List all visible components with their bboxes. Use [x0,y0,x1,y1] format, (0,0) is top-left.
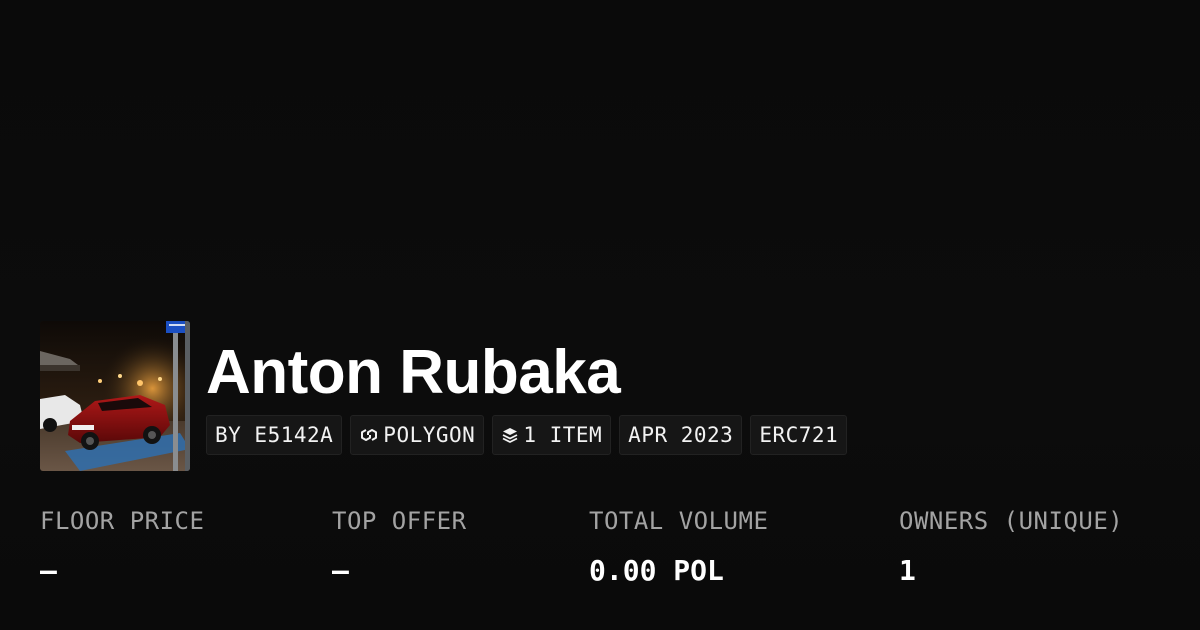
total-volume-label: TOTAL VOLUME [589,507,769,535]
layers-stack-icon [501,426,519,444]
collection-card: Anton Rubaka BY E5142A POLYGON 1 ITEM AP… [0,0,1200,630]
creator-tag[interactable]: BY E5142A [206,415,343,455]
stat-owners: OWNERS (UNIQUE) 1 [899,505,1123,587]
date-tag-label: APR 2023 [628,423,734,447]
floor-price-label: FLOOR PRICE [40,507,205,535]
collection-avatar-image [40,321,190,471]
date-tag: APR 2023 [619,415,743,455]
floor-price-value: — [40,554,57,587]
owners-label: OWNERS (UNIQUE) [899,507,1124,535]
items-tag[interactable]: 1 ITEM [492,415,612,455]
top-offer-label: TOP OFFER [332,507,467,535]
standard-tag: ERC721 [750,415,848,455]
stat-floor-price: FLOOR PRICE — [40,505,204,587]
collection-title: Anton Rubaka [206,338,621,407]
total-volume-value: 0.00 POL [589,554,724,587]
collection-tags: BY E5142A POLYGON 1 ITEM APR 2023 ERC721 [206,415,848,455]
collection-avatar [40,321,190,471]
items-tag-label: 1 ITEM [523,423,603,447]
stat-total-volume: TOTAL VOLUME 0.00 POL [589,505,768,587]
top-offer-value: — [332,554,349,587]
polygon-chain-icon [359,426,379,444]
chain-tag-label: POLYGON [383,423,476,447]
stat-top-offer: TOP OFFER — [332,505,467,587]
creator-tag-label: BY E5142A [215,423,334,447]
chain-tag[interactable]: POLYGON [350,415,485,455]
standard-tag-label: ERC721 [759,423,839,447]
owners-value: 1 [899,554,916,587]
